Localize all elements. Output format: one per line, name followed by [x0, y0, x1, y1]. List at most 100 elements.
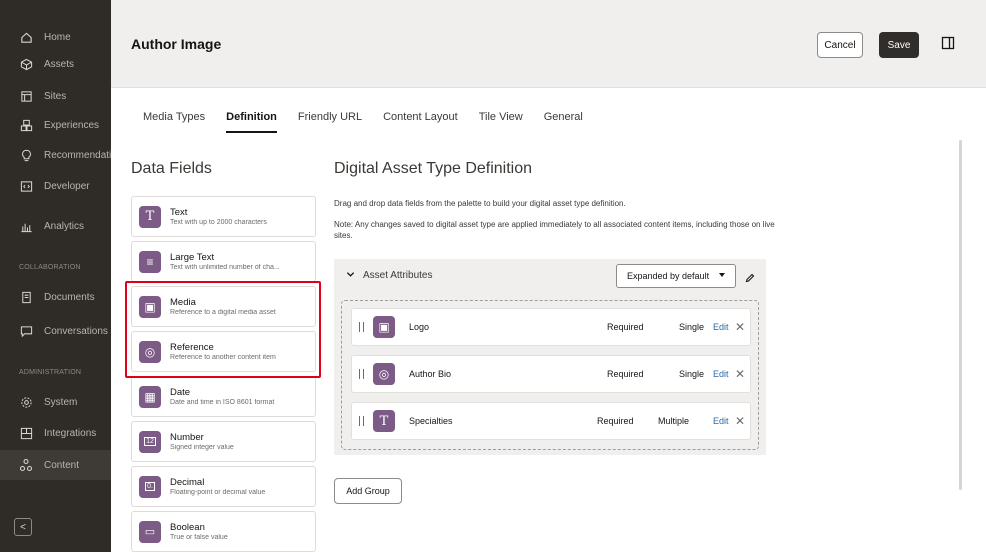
sidebar-item-integrations[interactable]: Integrations: [0, 418, 111, 448]
attribute-required: Required: [597, 416, 634, 426]
sidebar-item-label: Recommendations: [44, 149, 111, 161]
content-icon: [19, 458, 33, 472]
tab-tile-view[interactable]: Tile View: [479, 111, 523, 133]
field-number[interactable]: 12 Number Signed integer value: [131, 421, 316, 462]
tab-general[interactable]: General: [544, 111, 583, 133]
recommendations-icon: [19, 148, 33, 162]
sidebar-item-developer[interactable]: Developer: [0, 171, 111, 201]
field-description: Reference to another content item: [170, 354, 276, 361]
conversations-icon: [19, 324, 33, 338]
chevron-left-icon: <: [20, 521, 26, 533]
sites-icon: [19, 89, 33, 103]
field-description: Text with up to 2000 characters: [170, 219, 267, 226]
sidebar-item-label: Home: [44, 31, 71, 43]
attribute-cardinality: Single: [679, 369, 705, 379]
drag-handle-icon[interactable]: [359, 369, 364, 379]
attribute-name: Logo: [409, 322, 430, 332]
save-button[interactable]: Save: [879, 32, 919, 58]
collapse-sidebar-button[interactable]: <: [14, 518, 32, 536]
attribute-row-specialties[interactable]: T Specialties Required Multiple Edit ✕: [351, 402, 751, 440]
tab-definition[interactable]: Definition: [226, 111, 277, 133]
close-icon[interactable]: ✕: [735, 320, 745, 334]
experiences-icon: [19, 118, 33, 132]
chevron-down-icon: [346, 270, 355, 281]
sidebar-item-label: Documents: [44, 291, 95, 303]
close-icon[interactable]: ✕: [735, 367, 745, 381]
sidebar-item-conversations[interactable]: Conversations: [0, 316, 111, 346]
sidebar-item-documents[interactable]: Documents: [0, 282, 111, 312]
definition-note: Note: Any changes saved to digital asset…: [334, 220, 775, 240]
page-header: Author Image Cancel Save: [111, 0, 986, 88]
field-boolean[interactable]: ▭ Boolean True or false value: [131, 511, 316, 552]
tab-friendly-url[interactable]: Friendly URL: [298, 111, 362, 133]
add-group-button[interactable]: Add Group: [334, 478, 402, 504]
edit-link[interactable]: Edit: [713, 416, 729, 426]
sidebar-item-system[interactable]: System: [0, 387, 111, 417]
analytics-icon: [19, 219, 33, 233]
sidebar-item-content[interactable]: Content: [0, 450, 111, 480]
field-decimal[interactable]: 0. Decimal Floating-point or decimal valu…: [131, 466, 316, 507]
sidebar-item-home[interactable]: Home: [0, 22, 111, 52]
expand-mode-select[interactable]: Expanded by default: [616, 264, 736, 288]
edit-link[interactable]: Edit: [713, 369, 729, 379]
sidebar-item-experiences[interactable]: Experiences: [0, 110, 111, 140]
field-date[interactable]: ▦ Date Date and time in ISO 8601 format: [131, 376, 316, 417]
page-title: Author Image: [131, 36, 222, 52]
scrollbar[interactable]: [959, 140, 962, 490]
sidebar-item-label: Content: [44, 459, 80, 471]
close-icon[interactable]: ✕: [735, 414, 745, 428]
drag-handle-icon[interactable]: [359, 322, 364, 332]
integrations-icon: [19, 426, 33, 440]
field-description: Reference to a digital media asset: [170, 309, 276, 316]
field-description: Text with unlimited number of cha...: [170, 264, 280, 271]
attribute-cardinality: Single: [679, 322, 705, 332]
drag-handle-icon[interactable]: [359, 416, 364, 426]
field-name: Reference: [170, 342, 214, 353]
sidebar-item-analytics[interactable]: Analytics: [0, 211, 111, 241]
text-icon: T: [139, 205, 161, 228]
sidebar-section-heading: ADMINISTRATION: [19, 369, 82, 376]
field-media[interactable]: ▣ Media Reference to a digital media asse…: [131, 286, 316, 327]
sidebar-section-heading: COLLABORATION: [19, 264, 81, 271]
sidebar-item-label: Assets: [44, 58, 75, 70]
attribute-required: Required: [607, 369, 644, 379]
tab-content-layout[interactable]: Content Layout: [383, 111, 458, 133]
developer-icon: [19, 179, 33, 193]
field-name: Boolean: [170, 522, 205, 533]
field-name: Number: [170, 432, 204, 443]
boolean-icon: ▭: [139, 520, 161, 543]
reference-icon: ◎: [139, 340, 161, 363]
field-description: Floating-point or decimal value: [170, 489, 266, 496]
sidebar-item-recommendations[interactable]: Recommendations: [0, 140, 111, 170]
cancel-button[interactable]: Cancel: [817, 32, 863, 58]
sidebar-item-sites[interactable]: Sites: [0, 81, 111, 111]
calendar-icon: ▦: [139, 385, 161, 408]
field-name: Text: [170, 207, 188, 218]
pencil-icon[interactable]: [745, 270, 755, 283]
large-text-icon: ≡: [139, 250, 161, 273]
edit-link[interactable]: Edit: [713, 322, 729, 332]
decimal-icon: 0.: [139, 475, 161, 498]
field-description: True or false value: [170, 534, 228, 541]
tab-bar: Media Types Definition Friendly URL Cont…: [143, 111, 604, 133]
system-icon: [19, 395, 33, 409]
sidebar-item-label: Experiences: [44, 119, 100, 131]
sidebar-item-assets[interactable]: Assets: [0, 49, 111, 79]
side-panel-icon[interactable]: [941, 36, 955, 50]
field-text[interactable]: T Text Text with up to 2000 characters: [131, 196, 316, 237]
asset-attributes-toggle[interactable]: Asset Attributes: [346, 270, 432, 281]
sidebar-item-label: Sites: [44, 90, 67, 102]
text-icon: T: [373, 410, 395, 432]
attribute-row-logo[interactable]: ▣ Logo Required Single Edit ✕: [351, 308, 751, 346]
definition-title: Digital Asset Type Definition: [334, 160, 533, 177]
attributes-dropzone[interactable]: ▣ Logo Required Single Edit ✕ ◎ Author B…: [341, 300, 759, 450]
expand-mode-value: Expanded by default: [627, 271, 710, 281]
attribute-name: Author Bio: [409, 369, 452, 379]
documents-icon: [19, 290, 33, 304]
field-reference[interactable]: ◎ Reference Reference to another content …: [131, 331, 316, 372]
attribute-row-author-bio[interactable]: ◎ Author Bio Required Single Edit ✕: [351, 355, 751, 393]
field-large-text[interactable]: ≡ Large Text Text with unlimited number o…: [131, 241, 316, 282]
attribute-cardinality: Multiple: [658, 416, 690, 426]
tab-media-types[interactable]: Media Types: [143, 111, 205, 133]
attribute-name: Specialties: [409, 416, 453, 426]
